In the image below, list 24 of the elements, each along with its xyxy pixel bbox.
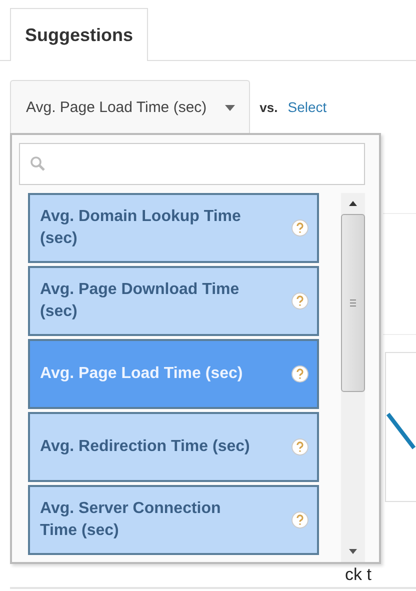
- vs-label: vs.: [260, 100, 278, 114]
- hint-text: ck t: [345, 565, 372, 585]
- metric-option[interactable]: Avg. Domain Lookup Time (sec): [28, 193, 319, 263]
- scroll-thumb[interactable]: [341, 214, 365, 392]
- metric-option[interactable]: Avg. Page Load Time (sec): [28, 339, 319, 409]
- metric-option[interactable]: Avg. Page Download Time (sec): [28, 266, 319, 336]
- scroll-up-icon: [349, 201, 357, 206]
- scrollbar[interactable]: [341, 193, 365, 562]
- caret-icon: [224, 104, 235, 110]
- grip-icon: [350, 299, 356, 307]
- help-icon: [291, 365, 309, 383]
- select-link[interactable]: Select: [288, 99, 327, 115]
- help-icon: [291, 292, 309, 310]
- search-field[interactable]: [19, 143, 365, 185]
- help-icon: [291, 511, 309, 529]
- help-icon: [291, 438, 309, 456]
- tab[interactable]: Suggestions: [10, 8, 148, 61]
- metric-option[interactable]: Avg. Server Connection Time (sec): [28, 485, 319, 555]
- help-icon: [291, 219, 309, 237]
- metric-dropdown[interactable]: Avg. Page Load Time (sec): [10, 80, 250, 134]
- search-icon: [30, 156, 46, 172]
- chart-line-drawing: [386, 412, 416, 452]
- scroll-down-icon: [349, 549, 357, 554]
- metric-option[interactable]: Avg. Redirection Time (sec): [28, 412, 319, 482]
